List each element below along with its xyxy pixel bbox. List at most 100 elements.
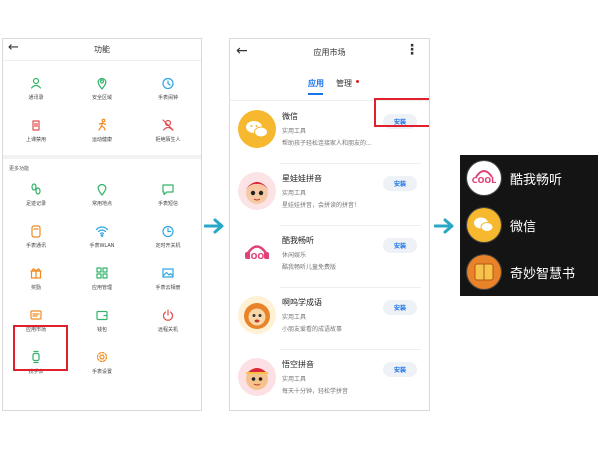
watch-phone-icon: [29, 224, 43, 238]
app-name: 星娃娃拼音: [282, 174, 322, 183]
app-list-item[interactable]: COOL 酷我畅听 休闲娱乐 酷我畅听儿童免费版 安装: [230, 225, 429, 287]
function-running[interactable]: 运动健康: [69, 109, 135, 151]
function-label: 安全区域: [91, 94, 112, 101]
awu-idiom-icon: [238, 296, 276, 334]
function-label: 手表闹钟: [157, 94, 178, 101]
kuwo-cool-icon: COOL: [238, 234, 276, 272]
function-timer[interactable]: 定时开关机: [135, 215, 201, 257]
more-functions-title: 更多功能: [9, 166, 30, 172]
app-name: 悟空拼音: [282, 360, 314, 369]
install-button[interactable]: 安装: [383, 362, 417, 377]
app-market-header: ← 应用市场 ⋮: [230, 39, 429, 67]
function-label: 运动健康: [91, 136, 112, 143]
install-button[interactable]: 安装: [383, 238, 417, 253]
wifi-icon: [95, 224, 109, 238]
function-label: 手表设置: [91, 368, 112, 375]
function-block-stranger[interactable]: 拒绝陌生人: [135, 109, 201, 151]
watch-app-wechat[interactable]: 微信: [466, 206, 536, 244]
function-footprint[interactable]: 足迹记录: [3, 173, 69, 215]
function-class-mode[interactable]: 上课禁用: [3, 109, 69, 151]
watch-screen: COOL 酷我畅听 微信 奇妙智慧书: [460, 155, 598, 296]
functions-header: ← 功能: [3, 39, 201, 61]
function-alarm-clock[interactable]: 手表闹钟: [135, 67, 201, 109]
function-location-pin[interactable]: 安全区域: [69, 67, 135, 109]
function-label: 应用管理: [91, 284, 112, 291]
function-label: 定时开关机: [155, 242, 181, 249]
function-label: 拒绝陌生人: [155, 136, 181, 143]
functions-screen: ← 功能 通讯录 安全区域 手表闹钟上课禁用 运动健康 拒绝陌生人 更多功能 足迹记录 常…: [2, 38, 202, 411]
app-list-item[interactable]: 星娃娃拼音 实用工具 星娃娃拼音，会拼读的拼音！ 安装: [230, 163, 429, 225]
block-stranger-icon: [161, 118, 175, 132]
app-category: 实用工具: [282, 190, 307, 197]
function-label: 足迹记录: [25, 200, 46, 207]
more-vertical-icon[interactable]: ⋮: [405, 43, 419, 57]
notification-dot: [356, 80, 359, 83]
function-label: 手表通讯: [25, 242, 46, 249]
app-category: 实用工具: [282, 314, 307, 321]
app-manage-icon: [95, 266, 109, 280]
tab-manage[interactable]: 管理: [336, 78, 352, 89]
watch-app-wisdom-book[interactable]: 奇妙智慧书: [466, 253, 575, 291]
app-list-item[interactable]: 啊呜学成语实用工具小朋友爱看的成语故事 安装: [230, 287, 429, 349]
function-wallet[interactable]: 钱包: [69, 299, 135, 341]
arrow-right-icon: [434, 218, 454, 234]
svg-text:COOL: COOL: [472, 176, 497, 185]
wukong-pinyin-icon: [238, 358, 276, 396]
function-contacts[interactable]: 通讯录: [3, 67, 69, 109]
app-category: 实用工具: [282, 128, 307, 135]
app-market-screen: ← 应用市场 ⋮ 应用 管理 微信 实用工具 帮助孩子轻松连接家人和朋友的... 安装…: [229, 38, 430, 411]
svg-text:COOL: COOL: [245, 252, 270, 261]
function-place-pin[interactable]: 常用地点: [69, 173, 135, 215]
wechat-icon: [238, 110, 276, 148]
timer-icon: [161, 224, 175, 238]
function-label: 钱包: [96, 326, 107, 333]
app-description: 小朋友爱看的成语故事: [282, 326, 343, 333]
function-watch-phone[interactable]: 手表通讯: [3, 215, 69, 257]
location-pin-icon: [95, 76, 109, 90]
function-sms[interactable]: 手表短信: [135, 173, 201, 215]
function-settings-gear[interactable]: 手表设置: [69, 341, 135, 383]
app-market-icon: [29, 308, 43, 322]
function-app-manage[interactable]: 应用管理: [69, 257, 135, 299]
app-market-highlight: [13, 325, 68, 371]
app-category: 休闲娱乐: [282, 252, 307, 259]
kuwo-cool-icon: COOL: [466, 160, 502, 196]
function-label: 手表短信: [157, 200, 178, 207]
function-power[interactable]: 远程关机: [135, 299, 201, 341]
tab-apps[interactable]: 应用: [308, 78, 324, 89]
functions-title: 功能: [94, 45, 110, 54]
install-button[interactable]: 安装: [383, 300, 417, 315]
wallet-icon: [95, 308, 109, 322]
app-description: 每天十分钟，轻松学拼音: [282, 388, 349, 395]
app-category: 实用工具: [282, 376, 307, 383]
watch-app-name: 酷我畅听: [510, 172, 563, 188]
function-photo-album[interactable]: 手表云相册: [135, 257, 201, 299]
function-label: 手表云相册: [155, 284, 181, 291]
running-icon: [95, 118, 109, 132]
app-list-item[interactable]: 悟空拼音实用工具每天十分钟，轻松学拼音 安装: [230, 349, 429, 410]
photo-album-icon: [161, 266, 175, 280]
app-name: 啊呜学成语: [282, 298, 322, 307]
power-icon: [161, 308, 175, 322]
class-mode-icon: [29, 118, 43, 132]
place-pin-icon: [95, 182, 109, 196]
app-list: 微信 实用工具 帮助孩子轻松连接家人和朋友的... 安装 星娃娃拼音 实用工具 星娃娃拼音，…: [230, 101, 429, 410]
app-name: 酷我畅听: [282, 236, 314, 245]
function-label: 通讯录: [28, 94, 44, 101]
wisdom-book-icon: [466, 254, 502, 290]
install-highlight: [374, 98, 429, 127]
install-button[interactable]: 安装: [383, 176, 417, 191]
reward-icon: [29, 266, 43, 280]
watch-app-kuwo[interactable]: COOL 酷我畅听: [466, 159, 562, 197]
footprint-icon: [29, 182, 43, 196]
arrow-right-icon: [204, 218, 224, 234]
watch-app-name: 微信: [510, 219, 537, 235]
app-name: 微信: [282, 112, 298, 121]
function-wifi[interactable]: 手表WLAN: [69, 215, 135, 257]
sms-icon: [161, 182, 175, 196]
top-functions-grid: 通讯录 安全区域 手表闹钟上课禁用 运动健康 拒绝陌生人: [3, 61, 201, 151]
watch-app-name: 奇妙智慧书: [510, 266, 576, 282]
function-reward[interactable]: 奖励: [3, 257, 69, 299]
tab-active-indicator: [308, 93, 323, 95]
function-label: 上课禁用: [25, 136, 46, 143]
